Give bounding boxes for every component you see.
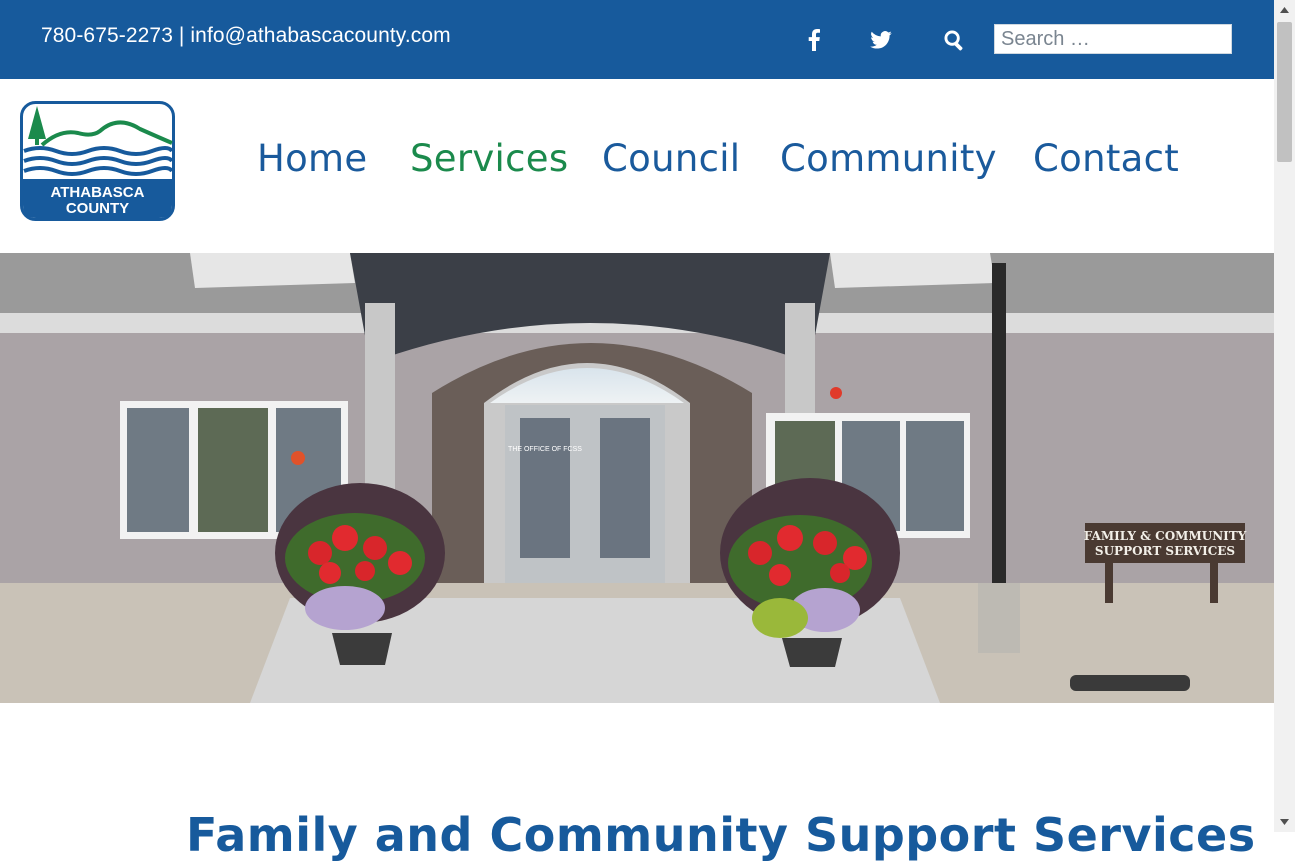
athabasca-county-logo[interactable]: ATHABASCA COUNTY <box>20 101 175 221</box>
logo-line2: COUNTY <box>66 200 129 217</box>
phone-link[interactable]: 780-675-2273 <box>41 24 173 47</box>
search-input[interactable] <box>994 24 1232 54</box>
door-sign: THE OFFICE OF FCSS <box>508 446 582 453</box>
nav-home[interactable]: Home <box>257 137 367 180</box>
page-title: Family and Community Support Services <box>186 808 1256 862</box>
nav-contact[interactable]: Contact <box>1033 137 1179 180</box>
scroll-up-arrow-icon[interactable] <box>1274 0 1295 20</box>
fcss-sign-line2: SUPPORT SERVICES <box>1095 544 1235 558</box>
contact-info: 780-675-2273 | info@athabascacounty.com <box>41 24 451 48</box>
contact-separator: | <box>178 24 185 47</box>
scroll-down-arrow-icon[interactable] <box>1274 812 1295 832</box>
site-header: ATHABASCA COUNTY Home Services Council C… <box>0 79 1274 253</box>
email-link[interactable]: info@athabascacounty.com <box>190 24 450 47</box>
twitter-icon[interactable] <box>868 26 894 54</box>
nav-community[interactable]: Community <box>780 137 997 180</box>
logo-line1: ATHABASCA <box>51 184 145 201</box>
nav-services[interactable]: Services <box>410 137 568 180</box>
nav-council[interactable]: Council <box>602 137 740 180</box>
hero-image: THE OFFICE OF FCSS FAMILY & COMMUNITY SU… <box>0 253 1274 703</box>
vertical-scrollbar[interactable] <box>1274 0 1295 832</box>
search-icon[interactable] <box>941 26 967 54</box>
top-bar: 780-675-2273 | info@athabascacounty.com <box>0 0 1274 79</box>
scroll-thumb[interactable] <box>1277 22 1292 162</box>
facebook-icon[interactable] <box>801 26 827 54</box>
fcss-sign-line1: FAMILY & COMMUNITY <box>1084 529 1247 543</box>
